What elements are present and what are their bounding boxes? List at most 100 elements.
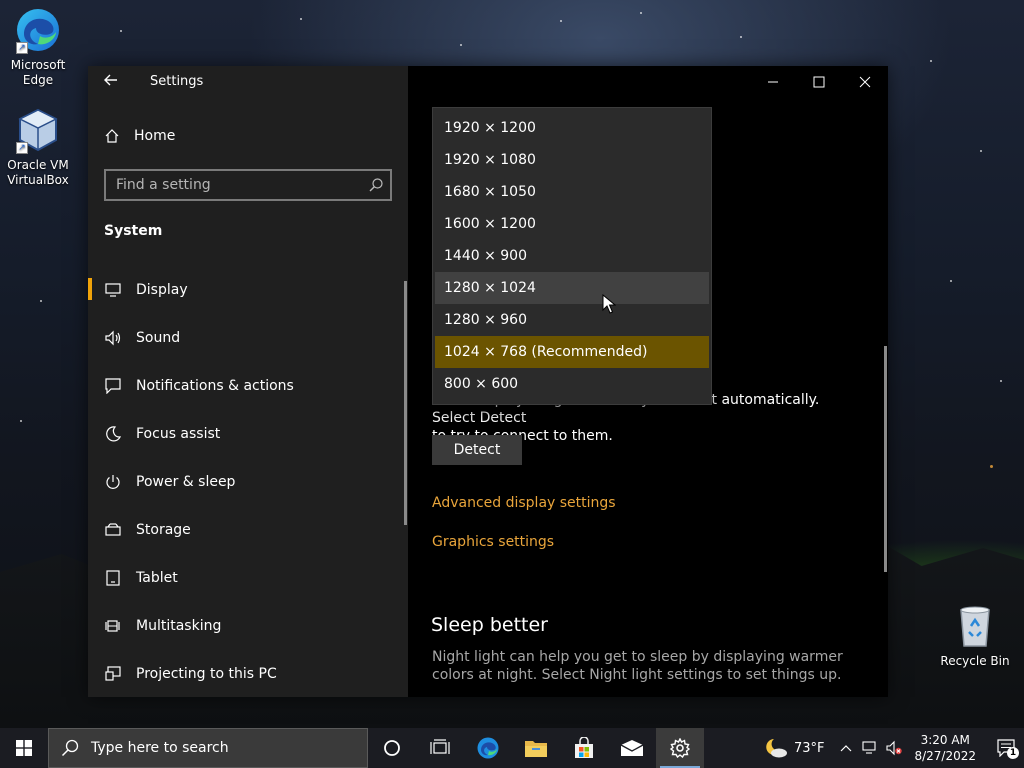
- close-icon: [859, 76, 871, 88]
- desktop-icon-label: Microsoft Edge: [10, 58, 66, 87]
- resolution-option-selected[interactable]: 1024 × 768 (Recommended): [435, 336, 709, 368]
- volume-button[interactable]: [882, 728, 906, 768]
- store-icon: [575, 737, 593, 758]
- recycle-bin-icon: [951, 602, 999, 650]
- taskbar-mail-button[interactable]: [608, 728, 656, 768]
- taskbar-settings-button[interactable]: [656, 728, 704, 768]
- find-setting-input[interactable]: [106, 171, 390, 199]
- projecting-icon: [104, 665, 122, 683]
- focus-assist-icon: [104, 425, 122, 443]
- windows-logo-icon: [16, 740, 32, 756]
- tablet-icon: [104, 569, 122, 587]
- taskbar-clock[interactable]: 3:20 AM 8/27/2022: [914, 732, 976, 764]
- edge-icon: [477, 737, 499, 759]
- taskbar-search-placeholder: Type here to search: [91, 740, 229, 756]
- resolution-dropdown-list: 1920 × 1200 1920 × 1080 1680 × 1050 1600…: [432, 107, 712, 405]
- weather-moon-cloud-icon: [766, 739, 787, 758]
- nav-item-label: Storage: [136, 522, 191, 538]
- nav-item-display[interactable]: Display: [88, 266, 408, 314]
- taskbar-edge-button[interactable]: [464, 728, 512, 768]
- graphics-settings-link[interactable]: Graphics settings: [432, 534, 554, 550]
- edge-icon: ↗: [14, 6, 62, 54]
- storage-icon: [104, 521, 122, 539]
- nav-item-focus-assist[interactable]: Focus assist: [88, 410, 408, 458]
- mouse-cursor-icon: [602, 294, 616, 314]
- taskbar-store-button[interactable]: [560, 728, 608, 768]
- desktop-icon-label: Oracle VM VirtualBox: [7, 158, 69, 187]
- nav-item-sound[interactable]: Sound: [88, 314, 408, 362]
- weather-widget[interactable]: 73°F: [764, 737, 825, 759]
- cortana-button[interactable]: [368, 728, 416, 768]
- maximize-button[interactable]: [796, 66, 842, 98]
- nav-item-storage[interactable]: Storage: [88, 506, 408, 554]
- close-button[interactable]: [842, 66, 888, 98]
- clock-time: 3:20 AM: [920, 733, 970, 747]
- sleep-better-description: Night light can help you get to sleep by…: [432, 649, 843, 683]
- nav-item-label: Display: [136, 282, 188, 298]
- resolution-option-hovered[interactable]: 1280 × 1024: [435, 272, 709, 304]
- nav-item-power-sleep[interactable]: Power & sleep: [88, 458, 408, 506]
- taskbar-file-explorer-button[interactable]: [512, 728, 560, 768]
- window-title: Settings: [150, 74, 204, 89]
- desktop-icon-recycle-bin[interactable]: Recycle Bin: [937, 602, 1013, 669]
- search-icon: [61, 739, 79, 757]
- nav-item-multitasking[interactable]: Multitasking: [88, 602, 408, 650]
- resolution-option[interactable]: 1280 × 960: [433, 304, 711, 336]
- search-icon: [369, 178, 383, 192]
- sidebar-scrollbar[interactable]: [404, 281, 407, 525]
- nav-item-label: Notifications & actions: [136, 378, 294, 394]
- resolution-option[interactable]: 1920 × 1200: [433, 112, 711, 144]
- detect-button[interactable]: Detect: [432, 435, 522, 465]
- notification-count-badge: 1: [1007, 747, 1019, 759]
- window-controls: [750, 66, 888, 98]
- content-scrollbar[interactable]: [884, 346, 887, 572]
- nav-item-label: Multitasking: [136, 618, 222, 634]
- task-view-icon: [430, 739, 450, 754]
- resolution-option[interactable]: 1440 × 900: [433, 240, 711, 272]
- action-center-button[interactable]: 1: [988, 728, 1024, 768]
- nav-item-projecting[interactable]: Projecting to this PC: [88, 650, 408, 697]
- nav-item-label: Projecting to this PC: [136, 666, 277, 682]
- clock-date: 8/27/2022: [914, 749, 976, 763]
- desktop-icon-edge[interactable]: ↗ Microsoft Edge: [0, 6, 76, 88]
- show-hidden-icons-button[interactable]: [834, 728, 858, 768]
- home-icon: [105, 129, 119, 143]
- resolution-option[interactable]: 1600 × 1200: [433, 208, 711, 240]
- taskbar-search-box[interactable]: Type here to search: [48, 728, 368, 768]
- cortana-icon: [384, 740, 400, 756]
- system-tray: 73°F 3:20 AM 8/27/2022 1: [764, 728, 1024, 768]
- sound-icon: [104, 329, 122, 347]
- settings-nav-list: Display Sound Notifications & actions Fo…: [88, 266, 408, 697]
- volume-muted-icon: [886, 740, 903, 756]
- minimize-icon: [768, 81, 778, 83]
- desktop-icon-virtualbox[interactable]: ↗ Oracle VM VirtualBox: [0, 106, 76, 188]
- resolution-option[interactable]: 800 × 600: [433, 368, 711, 400]
- display-icon: [104, 281, 122, 299]
- network-button[interactable]: [858, 728, 882, 768]
- nav-item-label: Focus assist: [136, 426, 221, 442]
- mail-icon: [620, 740, 644, 756]
- network-icon: [862, 741, 877, 754]
- nav-item-notifications[interactable]: Notifications & actions: [88, 362, 408, 410]
- home-nav-item[interactable]: Home: [104, 128, 175, 144]
- task-view-button[interactable]: [416, 728, 464, 768]
- notifications-icon: [104, 377, 122, 395]
- taskbar: Type here to search 73°F 3:20 AM 8/27/20…: [0, 728, 1024, 768]
- nav-item-label: Power & sleep: [136, 474, 236, 490]
- advanced-display-settings-link[interactable]: Advanced display settings: [432, 495, 616, 511]
- minimize-button[interactable]: [750, 66, 796, 98]
- nav-item-tablet[interactable]: Tablet: [88, 554, 408, 602]
- nav-item-label: Sound: [136, 330, 181, 346]
- start-button[interactable]: [0, 728, 48, 768]
- weather-temperature: 73°F: [793, 740, 825, 756]
- back-button[interactable]: [100, 72, 122, 94]
- resolution-option[interactable]: 1680 × 1050: [433, 176, 711, 208]
- desktop-icon-label: Recycle Bin: [940, 654, 1010, 668]
- sleep-better-heading: Sleep better: [431, 614, 548, 636]
- section-title: System: [104, 223, 163, 239]
- find-setting-search[interactable]: [104, 169, 392, 201]
- gear-icon: [670, 738, 690, 758]
- back-arrow-icon: [104, 74, 117, 86]
- multitasking-icon: [104, 617, 122, 635]
- resolution-option[interactable]: 1920 × 1080: [433, 144, 711, 176]
